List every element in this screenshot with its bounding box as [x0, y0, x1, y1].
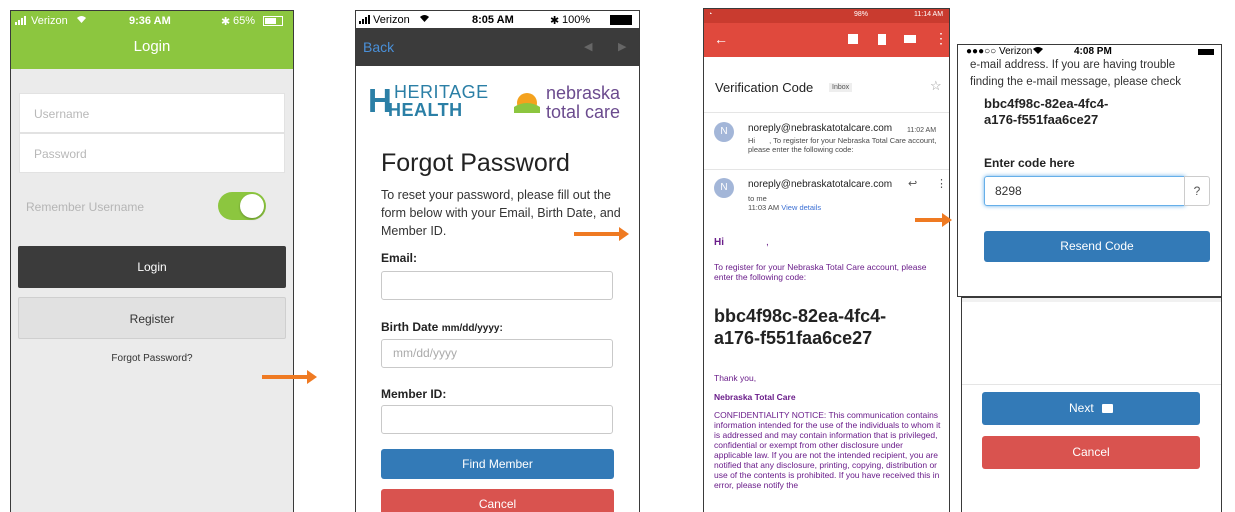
forgot-password-screen: Verizon 8:05 AM ✱ 100% Back ◀ ▶ H HERITA… [355, 10, 640, 512]
email-screen: ◔ 98% 11:14 AM ← ⋮ Verification Code Inb… [703, 8, 950, 512]
greeting-comma: , [766, 237, 769, 248]
member-id-label: Member ID: [381, 387, 447, 401]
login-button[interactable]: Login [18, 246, 286, 288]
arrow-1 [262, 370, 317, 384]
wifi-icon [75, 14, 88, 27]
star-icon[interactable]: ☆ [930, 78, 942, 94]
email-field[interactable] [381, 271, 613, 300]
page-title: Login [133, 38, 171, 55]
status-bar: Verizon 8:05 AM ✱ 100% [356, 11, 639, 28]
battery-icon [1198, 49, 1214, 55]
message-time: 11:03 AM View details [748, 203, 822, 212]
birth-date-hint: mm/dd/yyyy: [441, 323, 503, 334]
email-body: To register for your Nebraska Total Care… [714, 262, 927, 282]
back-arrow-icon[interactable]: ← [714, 31, 728, 47]
more-icon[interactable]: ⋮ [934, 30, 948, 47]
inbox-badge: Inbox [829, 83, 853, 92]
remember-username-toggle[interactable] [218, 192, 266, 220]
avatar: N [714, 122, 734, 142]
bluetooth-icon: ✱ [550, 15, 560, 27]
password-field[interactable]: Password [19, 133, 285, 173]
verification-code: bbc4f98c-82ea-4fc4- a176-f551faa6ce27 [984, 96, 1109, 127]
nav-bar: Login [11, 31, 293, 69]
enter-code-screen-actions: Next Cancel [961, 297, 1222, 512]
view-details-link[interactable]: View details [781, 203, 821, 212]
avatar: N [714, 178, 734, 198]
reply-icon[interactable]: ↩ [908, 177, 917, 190]
next-arrow-icon[interactable]: ▶ [618, 40, 626, 53]
email-subject: Verification Code [715, 80, 814, 95]
username-field[interactable]: Username [19, 93, 285, 133]
status-bar: Verizon 9:36 AM ✱ 65% [11, 11, 293, 31]
code-input[interactable]: 8298 [984, 176, 1185, 206]
login-screen: Verizon 9:36 AM ✱ 65% Login Username Pas… [10, 10, 294, 512]
instructions-text: e-mail address. If you are having troubl… [970, 59, 1181, 88]
carrier-label: Verizon [31, 15, 68, 27]
next-button[interactable]: Next [982, 392, 1200, 425]
archive-icon[interactable] [848, 34, 858, 44]
notification-icon: ◔ [708, 11, 713, 18]
carrier-label: Verizon [373, 14, 410, 26]
message-time: 11:02 AM [907, 127, 937, 134]
logo-word-2: HEALTH [388, 100, 463, 120]
mail-icon[interactable] [904, 35, 916, 43]
sun-icon [510, 87, 544, 120]
heritage-health-logo: H HERITAGE HEALTH nebraska total care [368, 82, 621, 122]
birth-date-label: Birth Date mm/dd/yyyy: [381, 320, 503, 334]
birth-date-field[interactable]: mm/dd/yyyy [381, 339, 613, 368]
signal-icon [15, 15, 29, 28]
battery-icon [610, 15, 632, 25]
wifi-icon [1032, 45, 1044, 57]
clock: 4:08 PM [1074, 46, 1112, 57]
wifi-icon [418, 13, 431, 26]
find-member-button[interactable]: Find Member [381, 449, 614, 479]
battery-percent: 100% [562, 14, 591, 26]
status-bar: ◔ 98% 11:14 AM [704, 9, 949, 23]
prev-arrow-icon[interactable]: ◀ [584, 40, 592, 53]
clock: 8:05 AM [472, 14, 514, 26]
verification-code: bbc4f98c-82ea-4fc4- a176-f551faa6ce27 [714, 306, 887, 348]
back-button[interactable]: Back [363, 39, 394, 55]
delete-icon[interactable] [878, 34, 886, 45]
more-icon[interactable]: ⋮ [936, 177, 947, 190]
carrier-label: ●●●○○ Verizon [966, 46, 1033, 57]
message-preview: Hi, To register for your Nebraska Total … [748, 136, 937, 154]
register-button[interactable]: Register [18, 297, 286, 339]
greeting: Hi [714, 237, 724, 248]
thanks-text: Thank you, [714, 373, 757, 383]
logo-brand-2: total care [546, 102, 621, 122]
signature: Nebraska Total Care [714, 392, 796, 402]
page-title: Forgot Password [381, 149, 570, 177]
logo-brand-1: nebraska [546, 83, 621, 103]
arrow-3 [915, 213, 952, 227]
help-button[interactable]: ? [1184, 176, 1210, 206]
enter-code-label: Enter code here [984, 156, 1075, 170]
bluetooth-icon: ✱ [221, 16, 231, 28]
cancel-button[interactable]: Cancel [381, 489, 614, 512]
sender-email: noreply@nebraskatotalcare.com [748, 123, 893, 134]
member-id-field[interactable] [381, 405, 613, 434]
clock: 11:14 AM [914, 11, 944, 18]
cancel-button[interactable]: Cancel [982, 436, 1200, 469]
battery-percent: 65% [233, 15, 256, 27]
battery-icon [263, 16, 283, 26]
nav-bar: Back ◀ ▶ [356, 28, 639, 66]
remember-username-label: Remember Username [26, 200, 145, 214]
clock: 9:36 AM [129, 15, 171, 27]
enter-code-screen: ●●●○○ Verizon 4:08 PM e-mail address. If… [957, 44, 1222, 297]
arrow-icon [1102, 404, 1114, 413]
email-label: Email: [381, 251, 418, 265]
signal-icon [359, 14, 372, 27]
battery-percent: 98% [854, 11, 869, 18]
resend-code-button[interactable]: Resend Code [984, 231, 1210, 262]
arrow-2 [574, 227, 629, 241]
gmail-toolbar: ← ⋮ [704, 23, 949, 57]
forgot-password-link[interactable]: Forgot Password? [11, 353, 293, 364]
confidentiality-notice: CONFIDENTIALITY NOTICE: This communicati… [714, 410, 941, 490]
sender-email: noreply@nebraskatotalcare.com [748, 179, 893, 190]
